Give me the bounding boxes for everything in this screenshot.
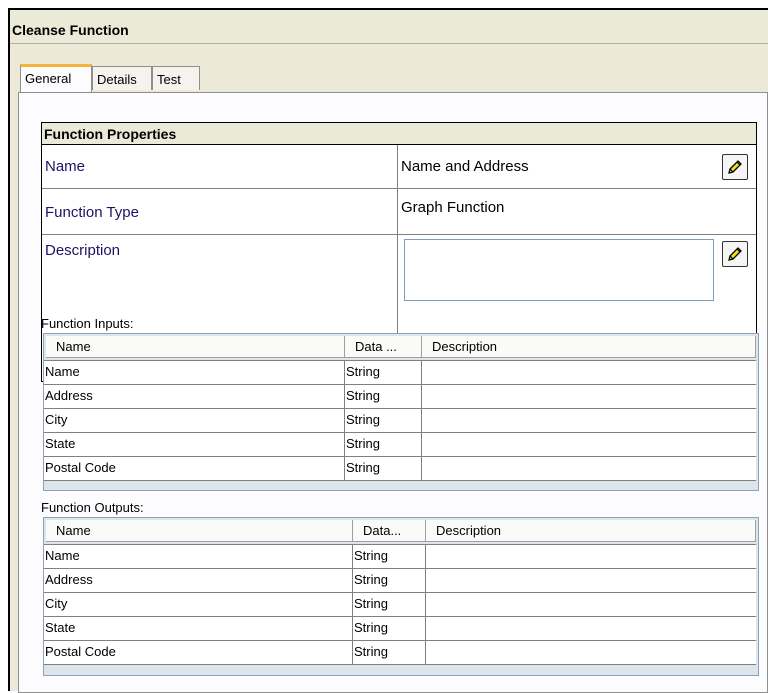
output-rows: Name String Address String City String S…	[44, 544, 756, 665]
property-row-name: Name Name and Address	[42, 145, 756, 189]
property-label: Function Type	[42, 189, 398, 234]
cell-description	[426, 593, 756, 616]
description-field[interactable]	[404, 239, 714, 301]
cell-name: Name	[44, 361, 345, 384]
edit-description-button[interactable]	[722, 241, 748, 267]
cell-name: Address	[44, 385, 345, 408]
window-title: Cleanse Function	[12, 22, 129, 38]
column-header-data-type[interactable]: Data...	[353, 520, 426, 542]
cell-data-type: String	[353, 617, 426, 640]
tab-general[interactable]: General	[20, 64, 92, 92]
cell-name: Postal Code	[44, 641, 353, 664]
pencil-icon	[728, 247, 742, 261]
tab-details[interactable]: Details	[92, 66, 152, 90]
function-inputs-grid: Name Data ... Description Name String Ad…	[43, 333, 759, 491]
cell-data-type: String	[353, 569, 426, 592]
cell-description	[422, 409, 756, 432]
function-type-value: Graph Function	[401, 199, 505, 216]
cell-data-type: String	[345, 457, 422, 480]
cell-description	[422, 385, 756, 408]
table-row[interactable]: City String	[44, 593, 756, 617]
edit-name-button[interactable]	[722, 154, 748, 180]
function-outputs-label: Function Outputs:	[41, 500, 144, 515]
cell-name: State	[44, 433, 345, 456]
cell-name: City	[44, 409, 345, 432]
table-row[interactable]: Postal Code String	[44, 641, 756, 665]
table-row[interactable]: State String	[44, 617, 756, 641]
cell-description	[426, 617, 756, 640]
table-row[interactable]: City String	[44, 409, 756, 433]
column-header-description[interactable]: Description	[426, 520, 756, 542]
cleanse-function-window: Cleanse Function General Details Test Fu…	[8, 8, 768, 693]
cell-name: City	[44, 593, 353, 616]
property-label: Name	[42, 145, 398, 188]
title-bar: Cleanse Function	[10, 10, 768, 44]
cell-data-type: String	[353, 641, 426, 664]
table-row[interactable]: State String	[44, 433, 756, 457]
cell-name: Name	[44, 545, 353, 568]
function-properties-header: Function Properties	[42, 123, 756, 145]
column-header-description[interactable]: Description	[422, 336, 756, 358]
general-tab-panel: Function Properties Name Name and Addres…	[18, 92, 768, 693]
cell-data-type: String	[345, 385, 422, 408]
cell-name: Postal Code	[44, 457, 345, 480]
cell-data-type: String	[345, 409, 422, 432]
function-inputs-label: Function Inputs:	[41, 316, 134, 331]
cell-data-type: String	[353, 545, 426, 568]
cell-description	[426, 641, 756, 664]
cell-data-type: String	[353, 593, 426, 616]
tab-test[interactable]: Test	[152, 66, 200, 90]
cell-description	[422, 457, 756, 480]
cell-name: State	[44, 617, 353, 640]
input-rows: Name String Address String City String S…	[44, 360, 756, 481]
column-header-name[interactable]: Name	[46, 520, 353, 542]
table-row[interactable]: Name String	[44, 545, 756, 569]
cell-description	[422, 433, 756, 456]
pencil-icon	[728, 160, 742, 174]
table-row[interactable]: Address String	[44, 385, 756, 409]
cell-description	[426, 569, 756, 592]
cell-name: Address	[44, 569, 353, 592]
cell-data-type: String	[345, 361, 422, 384]
function-outputs-grid: Name Data... Description Name String Add…	[43, 517, 759, 676]
table-row[interactable]: Name String	[44, 361, 756, 385]
cell-description	[426, 545, 756, 568]
cell-data-type: String	[345, 433, 422, 456]
property-row-function-type: Function Type Graph Function	[42, 189, 756, 235]
function-name-value: Name and Address	[401, 158, 529, 175]
column-header-data-type[interactable]: Data ...	[345, 336, 422, 358]
table-row[interactable]: Postal Code String	[44, 457, 756, 481]
table-row[interactable]: Address String	[44, 569, 756, 593]
cell-description	[422, 361, 756, 384]
column-header-name[interactable]: Name	[46, 336, 345, 358]
